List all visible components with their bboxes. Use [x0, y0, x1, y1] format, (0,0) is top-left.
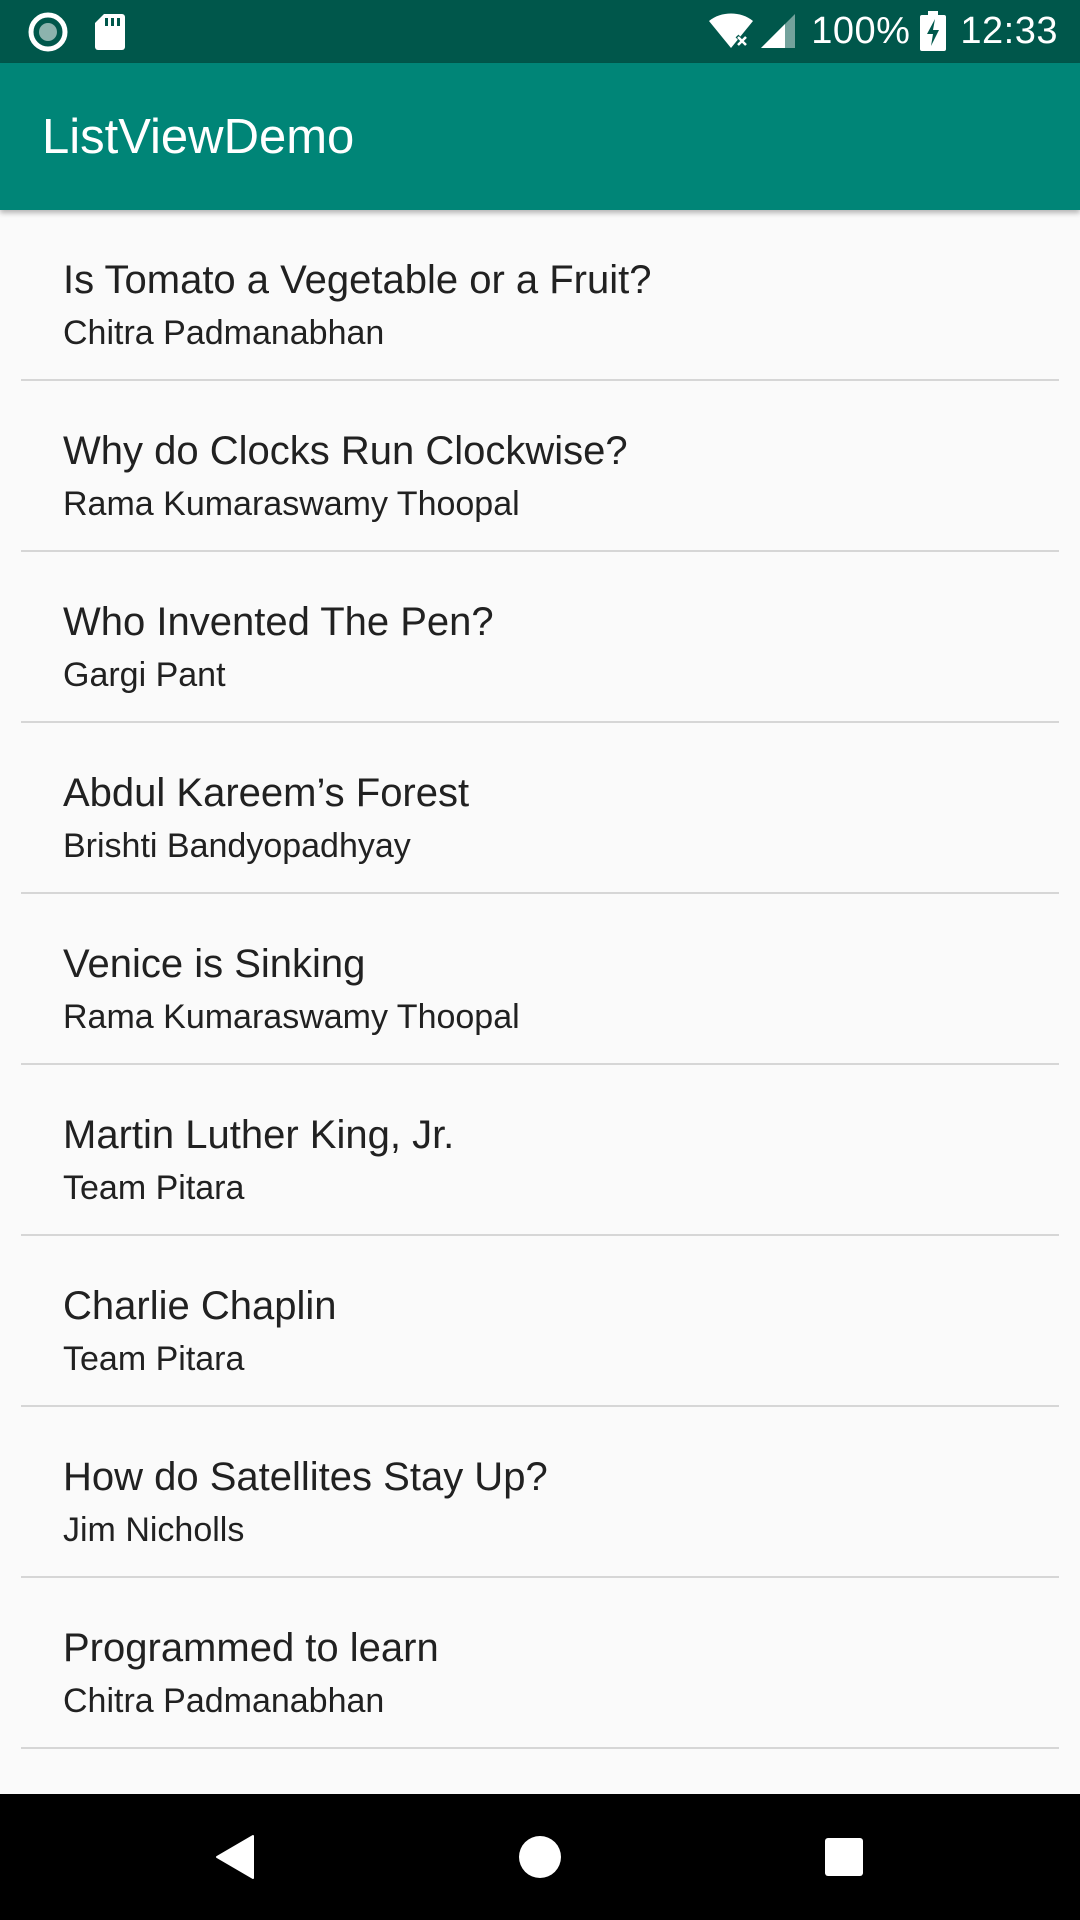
status-right-icons: 100% 12:33 — [707, 8, 1058, 54]
home-button[interactable] — [480, 1794, 600, 1920]
list-item-title: Who Invented The Pen? — [63, 600, 494, 644]
status-clock: 12:33 — [960, 9, 1058, 52]
list-item-title: How do Satellites Stay Up? — [63, 1455, 548, 1499]
sd-card-icon — [94, 13, 126, 51]
list-item-title: Is Tomato a Vegetable or a Fruit? — [63, 258, 652, 302]
status-left-icons — [28, 12, 126, 52]
list-item-author: Chitra Padmanabhan — [63, 1682, 385, 1720]
list-divider — [21, 1747, 1059, 1749]
home-icon — [518, 1835, 562, 1879]
list-item[interactable]: Why do Clocks Run Clockwise? Rama Kumara… — [0, 381, 1080, 552]
cell-signal-icon — [759, 12, 797, 50]
list-item[interactable]: Charlie Chaplin Team Pitara — [0, 1236, 1080, 1407]
back-icon — [215, 1834, 255, 1880]
list-item[interactable]: Venice is Sinking Rama Kumaraswamy Thoop… — [0, 894, 1080, 1065]
battery-percent: 100% — [811, 9, 911, 52]
list-item-author: Brishti Bandyopadhyay — [63, 827, 411, 865]
back-button[interactable] — [175, 1794, 295, 1920]
wifi-icon — [707, 12, 755, 50]
app-title: ListViewDemo — [42, 110, 355, 164]
recent-apps-icon — [824, 1837, 864, 1877]
list-item-title: Charlie Chaplin — [63, 1284, 337, 1328]
article-list[interactable]: Is Tomato a Vegetable or a Fruit? Chitra… — [0, 210, 1080, 1794]
status-bar: 100% 12:33 — [0, 0, 1080, 63]
list-item-author: Team Pitara — [63, 1340, 245, 1378]
list-item[interactable]: How do Satellites Stay Up? Jim Nicholls — [0, 1407, 1080, 1578]
list-item-title: Venice is Sinking — [63, 942, 366, 986]
list-item-author: Team Pitara — [63, 1169, 245, 1207]
list-item-title: Why do Clocks Run Clockwise? — [63, 429, 628, 473]
list-item-title: Martin Luther King, Jr. — [63, 1113, 455, 1157]
list-item[interactable]: Martin Luther King, Jr. Team Pitara — [0, 1065, 1080, 1236]
list-item-author: Jim Nicholls — [63, 1511, 245, 1549]
list-item-author: Gargi Pant — [63, 656, 226, 694]
list-item[interactable]: Programmed to learn Chitra Padmanabhan — [0, 1578, 1080, 1749]
recent-apps-button[interactable] — [784, 1794, 904, 1920]
list-item-author: Rama Kumaraswamy Thoopal — [63, 998, 520, 1036]
app-bar: ListViewDemo — [0, 63, 1080, 210]
list-item-author: Chitra Padmanabhan — [63, 314, 385, 352]
list-item[interactable]: Is Tomato a Vegetable or a Fruit? Chitra… — [0, 210, 1080, 381]
list-item-author: Rama Kumaraswamy Thoopal — [63, 485, 520, 523]
navigation-bar — [0, 1794, 1080, 1920]
list-item[interactable]: Abdul Kareem’s Forest Brishti Bandyopadh… — [0, 723, 1080, 894]
battery-charging-icon — [920, 11, 947, 51]
list-item-title: Programmed to learn — [63, 1626, 439, 1670]
notification-circle-icon — [28, 12, 68, 52]
list-item-title: Abdul Kareem’s Forest — [63, 771, 470, 815]
list-item[interactable]: Who Invented The Pen? Gargi Pant — [0, 552, 1080, 723]
